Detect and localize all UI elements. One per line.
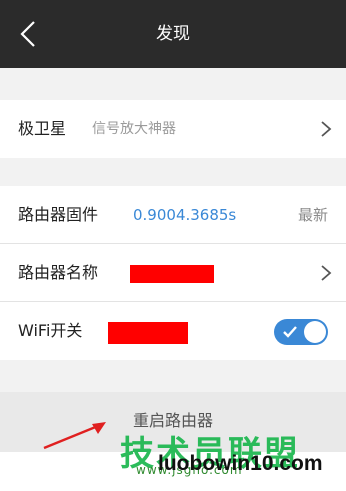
top-bar: 发现 bbox=[0, 0, 346, 68]
redacted-wifi-name bbox=[108, 322, 188, 344]
toggle-knob bbox=[304, 321, 326, 343]
page-title: 发现 bbox=[156, 24, 190, 44]
wifi-row: WiFi开关 bbox=[0, 302, 346, 360]
annotation-arrow-icon bbox=[43, 422, 106, 450]
chevron-right-icon bbox=[321, 121, 332, 137]
satellite-label: 极卫星 bbox=[18, 119, 67, 138]
firmware-version: 0.9004.3685s bbox=[133, 206, 237, 224]
wifi-label: WiFi开关 bbox=[18, 321, 83, 340]
router-section: 路由器固件 0.9004.3685s 最新 路由器名称 WiFi开关 bbox=[0, 186, 346, 360]
router-name-row[interactable]: 路由器名称 bbox=[0, 244, 346, 302]
check-icon bbox=[283, 326, 297, 338]
firmware-row[interactable]: 路由器固件 0.9004.3685s 最新 bbox=[0, 186, 346, 244]
satellite-row[interactable]: 极卫星 信号放大神器 bbox=[0, 100, 346, 158]
wifi-toggle[interactable] bbox=[274, 319, 328, 345]
firmware-status: 最新 bbox=[297, 206, 328, 224]
satellite-section: 极卫星 信号放大神器 bbox=[0, 100, 346, 158]
watermark-site: luobowin10.com bbox=[158, 452, 323, 475]
chevron-right-icon bbox=[321, 265, 332, 281]
satellite-subtitle: 信号放大神器 bbox=[92, 121, 176, 137]
router-name-label: 路由器名称 bbox=[18, 263, 99, 282]
redacted-router-name bbox=[130, 265, 214, 283]
firmware-label: 路由器固件 bbox=[18, 205, 99, 224]
